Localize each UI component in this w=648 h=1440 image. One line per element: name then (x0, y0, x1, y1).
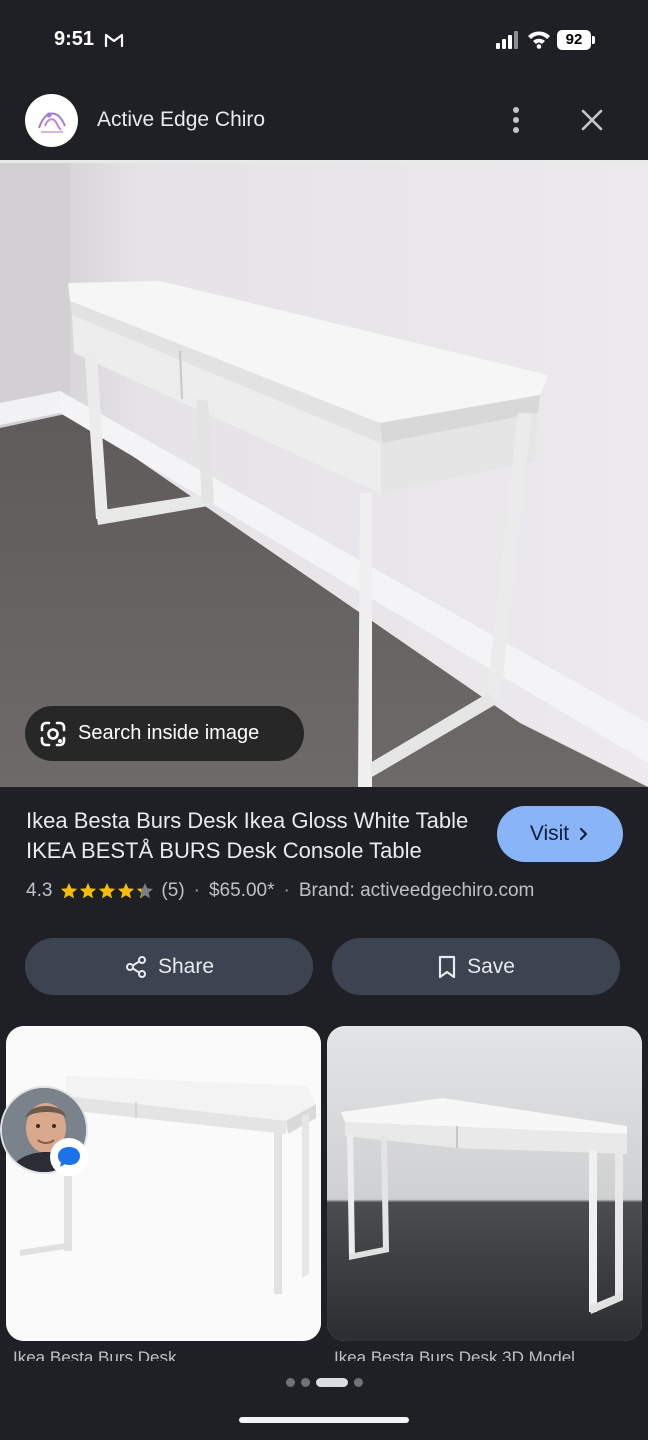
chat-bubble-icon (58, 1147, 80, 1167)
related-caption[interactable]: Ikea Besta Burs Desk (13, 1347, 313, 1361)
carousel-pager (0, 1376, 648, 1388)
product-meta-row: 4.3 (5) · $65.00* · Brand: activeedgechi… (26, 877, 534, 905)
main-product-image[interactable]: Search inside image (0, 163, 648, 787)
separator: · (193, 880, 200, 901)
site-name[interactable]: Active Edge Chiro (97, 108, 265, 132)
star-icon (80, 883, 97, 899)
visit-label: Visit (529, 822, 570, 845)
related-desk-3d-image (327, 1026, 642, 1341)
pager-dot[interactable] (300, 1377, 310, 1387)
star-icon (137, 883, 154, 899)
status-time: 9:51 (54, 28, 95, 50)
messenger-badge[interactable] (50, 1138, 88, 1176)
status-bar: 9:51 92 (0, 0, 648, 80)
visit-button[interactable]: Visit (497, 806, 623, 862)
price: $65.00* (208, 880, 275, 901)
signal-bars-icon (496, 31, 518, 49)
more-vert-icon (513, 107, 519, 133)
related-result-card[interactable] (6, 1026, 321, 1341)
related-result-card[interactable] (327, 1026, 642, 1341)
desk-photo (0, 163, 648, 787)
chiro-logo-icon (37, 112, 66, 133)
share-label: Share (157, 954, 215, 978)
gmail-icon (104, 33, 124, 48)
review-count[interactable]: (5) (161, 880, 184, 902)
related-caption[interactable]: Ikea Besta Burs Desk 3D Model (334, 1347, 634, 1361)
pager-dot-active[interactable] (315, 1377, 348, 1387)
search-inside-image-label: Search inside image (78, 722, 260, 744)
rating-value: 4.3 (26, 880, 53, 901)
wifi-icon (528, 31, 550, 49)
related-desk-image (6, 1026, 321, 1341)
star-icon (61, 883, 78, 899)
save-button[interactable]: Save (332, 938, 620, 995)
product-title[interactable]: Ikea Besta Burs Desk Ikea Gloss White Ta… (26, 806, 481, 866)
pager-dot[interactable] (353, 1377, 363, 1387)
search-inside-image-button[interactable]: Search inside image (25, 706, 304, 761)
star-icon (99, 883, 116, 899)
chevron-right-icon (580, 827, 588, 841)
home-indicator[interactable] (239, 1417, 409, 1423)
close-icon (581, 109, 603, 131)
battery-indicator: 92 (557, 30, 591, 50)
save-label: Save (467, 954, 515, 978)
share-button[interactable]: Share (25, 938, 313, 995)
pager-dot[interactable] (285, 1377, 295, 1387)
separator: · (283, 880, 290, 901)
brand: Brand: activeedgechiro.com (298, 880, 535, 901)
more-options-button[interactable] (498, 100, 534, 140)
header-bar: Active Edge Chiro (0, 80, 648, 162)
share-icon (125, 955, 146, 978)
bookmark-icon (438, 955, 456, 978)
site-logo[interactable] (25, 94, 78, 147)
star-icon (118, 883, 135, 899)
google-lens-icon (40, 721, 66, 746)
battery-tip (592, 36, 595, 44)
rating-stars (60, 882, 155, 900)
close-button[interactable] (572, 100, 612, 140)
